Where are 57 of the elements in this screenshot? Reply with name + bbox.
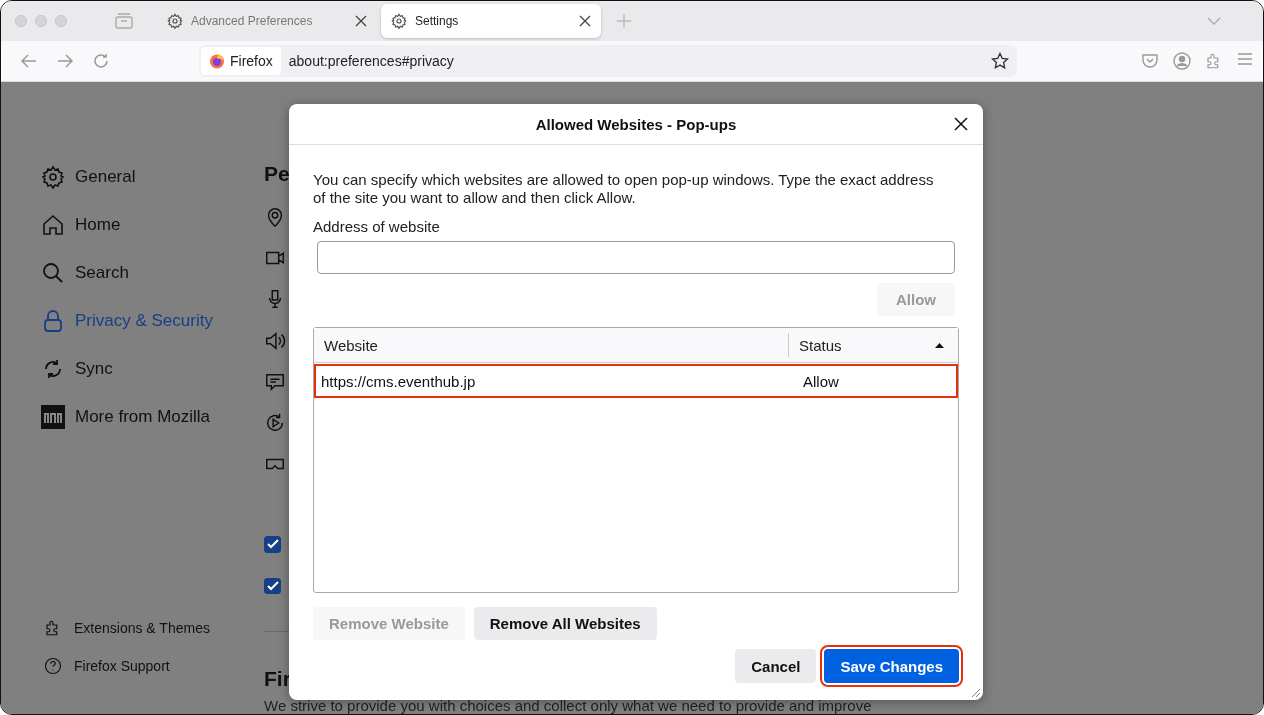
- url-text: about:preferences#privacy: [288, 53, 455, 69]
- status-cell-text: Allow: [802, 371, 840, 392]
- chevron-down-icon[interactable]: [1207, 17, 1221, 25]
- search-icon: [41, 261, 65, 285]
- section-heading: Fir: [264, 667, 291, 692]
- gear-icon: [41, 165, 65, 189]
- sidebar-item[interactable]: Home: [41, 201, 264, 249]
- cancel-button[interactable]: Cancel: [735, 649, 817, 683]
- sidebar-item[interactable]: General: [41, 153, 264, 201]
- forward-icon[interactable]: [57, 54, 73, 68]
- lock-icon: [41, 309, 65, 333]
- window-close-control[interactable]: [15, 15, 27, 27]
- section-heading: Pe: [264, 162, 290, 187]
- new-tab-icon[interactable]: [617, 14, 631, 28]
- reload-icon[interactable]: [93, 53, 109, 69]
- sidebar-item[interactable]: Sync: [41, 345, 264, 393]
- window-minimize-control[interactable]: [35, 15, 47, 27]
- autoplay-icon: [264, 411, 286, 434]
- tab-overview-icon[interactable]: [115, 13, 133, 29]
- sidebar-item[interactable]: Search: [41, 249, 264, 297]
- close-icon[interactable]: [355, 15, 367, 27]
- website-cell-text: https://cms.eventhub.jp: [320, 371, 477, 392]
- gear-icon: [391, 13, 407, 29]
- sidebar-item[interactable]: More from Mozilla: [41, 393, 264, 441]
- star-icon[interactable]: [991, 52, 1009, 70]
- column-header[interactable]: Website: [314, 328, 788, 362]
- paragraph: We strive to provide you with choices and collect only what we need to provide and improve: [264, 696, 872, 714]
- column-header[interactable]: Status: [788, 333, 958, 357]
- table-row[interactable]: https://cms.eventhub.jp Allow: [315, 365, 957, 397]
- checkbox[interactable]: [264, 577, 281, 595]
- description: You can specify which websites are allowed to open pop-up windows. Type the exact address of the site you want to allow and then click Allow.: [313, 171, 935, 207]
- field-label: Address of website: [313, 218, 441, 235]
- browser-logo-icon: [209, 53, 225, 69]
- identity-button[interactable]: Firefox: [201, 47, 281, 75]
- sidebar-item[interactable]: Privacy & Security: [41, 297, 264, 345]
- browser-tab[interactable]: Settings: [381, 4, 601, 38]
- pocket-icon[interactable]: [1141, 52, 1159, 70]
- address-field[interactable]: [317, 241, 955, 274]
- browser-tab[interactable]: Advanced Preferences: [157, 4, 377, 38]
- address-bar[interactable]: Firefox about:preferences#privacy: [199, 45, 1017, 77]
- sidebar-link[interactable]: Extensions & Themes: [41, 609, 264, 647]
- dialog-title: Allowed Websites - Pop-ups: [535, 115, 737, 133]
- sidebar-link[interactable]: Firefox Support: [41, 647, 264, 685]
- window-zoom-control[interactable]: [55, 15, 67, 27]
- speaker-icon: [264, 329, 286, 352]
- mozilla-logo-icon: [41, 405, 65, 429]
- remove-button[interactable]: Remove All Websites: [473, 607, 657, 640]
- checkbox[interactable]: [264, 536, 281, 553]
- menu-icon[interactable]: [1237, 52, 1253, 66]
- resize-grip-icon[interactable]: [969, 686, 981, 698]
- close-icon[interactable]: [579, 15, 591, 27]
- back-icon[interactable]: [21, 54, 37, 68]
- account-icon[interactable]: [1173, 52, 1191, 70]
- close-icon: [954, 117, 968, 131]
- gear-icon: [167, 13, 183, 29]
- help-icon: [44, 657, 62, 675]
- home-icon: [41, 213, 65, 237]
